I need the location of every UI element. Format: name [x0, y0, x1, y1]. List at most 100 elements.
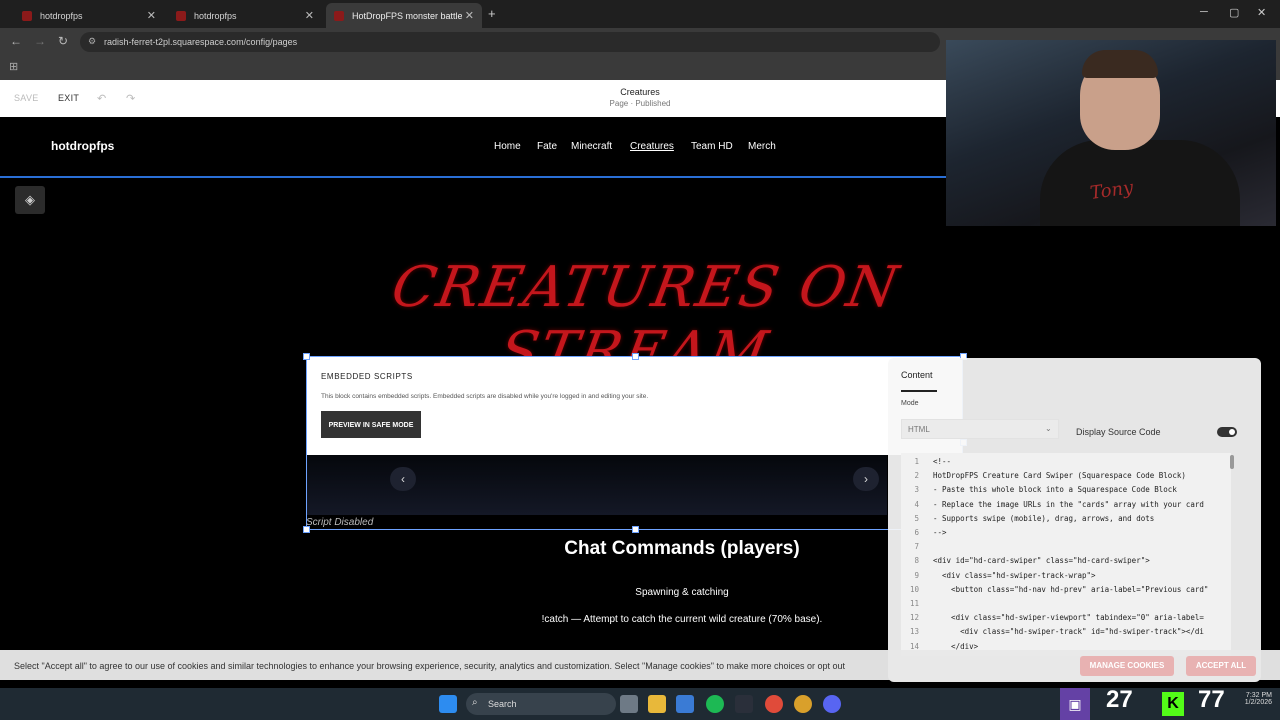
clock-time: 7:32 PM: [1245, 692, 1272, 699]
active-tab-underline: [901, 390, 937, 392]
mode-label: Mode: [901, 400, 919, 407]
code-line[interactable]: 1 <!--: [901, 457, 951, 466]
site-logo[interactable]: hotdropfps: [51, 139, 114, 153]
notepad-icon[interactable]: [676, 695, 694, 713]
code-text: <div id="hd-card-swiper" class="hd-card-…: [933, 556, 1150, 566]
browser-tab-3-active[interactable]: HotDropFPS monster battle sty ✕: [326, 3, 482, 28]
tab-label: hotdropfps: [194, 10, 237, 21]
code-line[interactable]: 13 <div class="hd-swiper-track" id="hd-s…: [901, 627, 1204, 636]
site-favicon-icon: [334, 10, 344, 21]
url-field[interactable]: radish-ferret-t2pl.squarespace.com/confi…: [80, 32, 940, 52]
clock-date: 1/2/2026: [1244, 699, 1272, 706]
windows-start-icon[interactable]: [439, 695, 457, 713]
reload-icon[interactable]: ↻: [58, 34, 68, 48]
back-icon[interactable]: ←: [10, 34, 22, 48]
resize-handle[interactable]: [632, 526, 639, 533]
tab-content[interactable]: Content: [901, 370, 933, 380]
line-number: 6: [914, 528, 919, 537]
line-number: 10: [909, 584, 919, 594]
chevron-down-icon[interactable]: ⌄: [1045, 424, 1052, 433]
line-number: 8: [914, 556, 919, 566]
code-line[interactable]: 5 - Supports swipe (mobile), drag, arrows…: [901, 514, 1154, 523]
code-line[interactable]: 3 - Paste this whole block into a Squares…: [901, 485, 1177, 495]
nav-home[interactable]: Home: [494, 141, 521, 152]
page-title[interactable]: Creatures: [540, 87, 740, 97]
accept-all-button[interactable]: ACCEPT ALL: [1186, 656, 1256, 676]
file-explorer-icon[interactable]: [648, 695, 666, 713]
script-disabled-label: Script Disabled: [306, 517, 374, 528]
chrome-beta-icon[interactable]: [794, 695, 812, 713]
nav-merch[interactable]: Merch: [748, 141, 776, 152]
webcam-person-body: [1040, 140, 1240, 226]
chrome-icon[interactable]: [765, 695, 783, 713]
hud-app-icon[interactable]: [735, 695, 753, 713]
line-number: 11: [909, 599, 919, 608]
apps-grid-icon[interactable]: ⊞: [9, 60, 18, 73]
display-source-label: Display Source Code: [1076, 427, 1161, 437]
layers-icon[interactable]: ◈: [15, 186, 45, 214]
code-line[interactable]: 7: [901, 542, 933, 551]
code-text: <div class="hd-swiper-track" id="hd-swip…: [933, 627, 1204, 637]
mode-select[interactable]: HTML: [901, 419, 1059, 439]
spawning-subheading[interactable]: Spawning & catching: [560, 587, 804, 598]
spotify-icon[interactable]: [706, 695, 724, 713]
taskbar-search[interactable]: Search: [466, 693, 616, 715]
exit-button[interactable]: EXIT: [58, 93, 79, 103]
code-line[interactable]: 10 <button class="hd-nav hd-prev" aria-l…: [901, 585, 1208, 594]
code-scrollbar[interactable]: [1230, 455, 1234, 469]
minimize-icon[interactable]: ─: [1200, 6, 1208, 18]
code-line[interactable]: 8 <div id="hd-card-swiper" class="hd-card…: [901, 556, 1150, 566]
code-text: -->: [933, 528, 947, 537]
code-editor[interactable]: 1 <!-- 2 HotDropFPS Creature Card Swiper (S…: [901, 453, 1231, 656]
line-number: 1: [914, 457, 919, 466]
code-line[interactable]: 4 - Replace the image URLs in the "cards"…: [901, 499, 1204, 509]
nav-creatures[interactable]: Creatures: [630, 141, 674, 152]
code-text: - Paste this whole block into a Squaresp…: [933, 485, 1177, 495]
nav-team-hd[interactable]: Team HD: [691, 141, 733, 152]
discord-icon[interactable]: [823, 695, 841, 713]
close-window-icon[interactable]: ✕: [1257, 6, 1266, 19]
cookie-text: Select "Accept all" to agree to our use …: [14, 661, 846, 671]
browser-tab-1[interactable]: hotdropfps ✕: [14, 3, 164, 28]
close-tab-icon[interactable]: ✕: [465, 9, 474, 22]
code-line[interactable]: 2 HotDropFPS Creature Card Swiper (Square…: [901, 471, 1186, 481]
line-number: 2: [914, 471, 919, 481]
system-clock[interactable]: 7:32 PM 1/2/2026: [1220, 692, 1272, 706]
close-tab-icon[interactable]: ✕: [305, 9, 314, 22]
browser-tab-2[interactable]: hotdropfps ✕: [168, 3, 322, 28]
task-view-icon[interactable]: [620, 695, 638, 713]
twitch-icon: ▣: [1060, 688, 1090, 720]
site-info-icon[interactable]: ⚙: [88, 36, 96, 47]
maximize-icon[interactable]: ▢: [1229, 6, 1239, 19]
new-tab-button[interactable]: +: [488, 6, 496, 21]
forward-icon[interactable]: →: [34, 34, 46, 48]
tab-label: HotDropFPS monster battle sty: [352, 10, 462, 21]
chat-commands-heading[interactable]: Chat Commands (players): [480, 538, 884, 560]
catch-command-text[interactable]: !catch — Attempt to catch the current wi…: [480, 614, 884, 625]
manage-cookies-button[interactable]: MANAGE COOKIES: [1080, 656, 1174, 676]
line-number: 12: [909, 613, 919, 623]
code-line[interactable]: 9 <div class="hd-swiper-track-wrap">: [901, 570, 1096, 580]
tab-label: hotdropfps: [40, 10, 83, 21]
save-button[interactable]: SAVE: [14, 93, 39, 103]
nav-minecraft[interactable]: Minecraft: [571, 141, 612, 152]
resize-handle[interactable]: [303, 353, 310, 360]
code-text: - Replace the image URLs in the "cards" …: [933, 499, 1204, 509]
nav-fate[interactable]: Fate: [537, 141, 557, 152]
undo-icon[interactable]: ↶: [97, 92, 106, 105]
code-text: HotDropFPS Creature Card Swiper (Squares…: [933, 471, 1186, 481]
redo-icon[interactable]: ↷: [126, 92, 135, 105]
resize-handle[interactable]: [632, 353, 639, 360]
line-number: 5: [914, 513, 919, 523]
close-tab-icon[interactable]: ✕: [147, 9, 156, 22]
code-line[interactable]: 6 -->: [901, 528, 947, 537]
line-number: 4: [914, 499, 919, 509]
code-line[interactable]: 11: [901, 599, 933, 608]
code-line[interactable]: 12 <div class="hd-swiper-viewport" tabin…: [901, 613, 1204, 622]
code-text: <div class="hd-swiper-track-wrap">: [933, 570, 1096, 580]
line-number: 9: [914, 570, 919, 580]
code-text: <!--: [933, 457, 952, 466]
site-favicon-icon: [176, 10, 186, 21]
display-source-toggle[interactable]: [1217, 427, 1237, 437]
site-favicon-icon: [22, 10, 32, 21]
